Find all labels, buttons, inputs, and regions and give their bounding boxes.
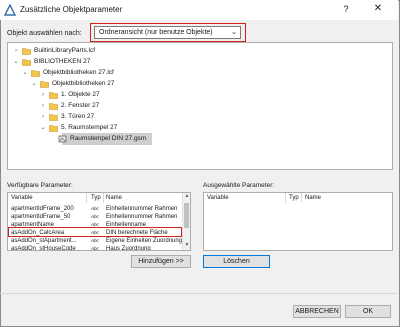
tree-item[interactable]: Raumstempel DIN 27.gsm bbox=[8, 133, 392, 145]
folder-icon bbox=[49, 125, 58, 132]
column-header-type[interactable]: Typ bbox=[289, 193, 299, 203]
object-select-value: Ordneransicht (nur benutze Objekte) bbox=[99, 29, 213, 36]
object-select-dropdown[interactable]: Ordneransicht (nur benutze Objekte) ⌄ bbox=[94, 26, 241, 39]
folder-icon bbox=[49, 92, 58, 99]
folder-icon bbox=[49, 114, 58, 121]
object-icon bbox=[58, 135, 67, 143]
table-row[interactable]: asAddOn_stHouseCode Abc Haus Zuordnung bbox=[8, 244, 184, 251]
footer-divider bbox=[0, 293, 398, 294]
folder-icon bbox=[22, 59, 31, 66]
available-params-list[interactable]: Variable Typ Name apartmentIdFrame_200 Ab… bbox=[7, 192, 191, 251]
vertical-scrollbar[interactable]: ▲ ▼ bbox=[182, 193, 190, 250]
cell-variable: asAddOn_stHouseCode bbox=[11, 246, 76, 251]
title-bar: Zusätzliche Objektparameter ? ✕ bbox=[0, 0, 398, 20]
cell-name: Haus Zuordnung bbox=[106, 246, 151, 251]
object-select-label: Objekt auswählen nach: bbox=[7, 30, 82, 37]
column-header-variable[interactable]: Variable bbox=[207, 193, 229, 203]
close-button[interactable]: ✕ bbox=[372, 3, 384, 14]
scroll-up-icon[interactable]: ▲ bbox=[183, 193, 190, 199]
column-header-name[interactable]: Name bbox=[106, 193, 122, 203]
column-header-type[interactable]: Typ bbox=[91, 193, 101, 203]
ok-button[interactable]: OK bbox=[345, 305, 391, 318]
cancel-button[interactable]: ABBRECHEN bbox=[293, 305, 341, 318]
folder-icon bbox=[49, 103, 58, 110]
archicad-icon bbox=[4, 4, 16, 16]
scroll-down-icon[interactable]: ▼ bbox=[183, 242, 190, 248]
selected-params-list[interactable]: Variable Typ Name bbox=[203, 192, 393, 251]
folder-icon bbox=[40, 81, 49, 88]
cell-type: Abc bbox=[91, 246, 99, 251]
column-header-name[interactable]: Name bbox=[305, 193, 321, 203]
folder-icon bbox=[31, 70, 40, 77]
help-button[interactable]: ? bbox=[340, 4, 352, 14]
scrollbar-thumb[interactable] bbox=[184, 203, 189, 228]
window-title: Zusätzliche Objektparameter bbox=[20, 5, 123, 14]
column-header-variable[interactable]: Variable bbox=[11, 193, 33, 203]
available-params-label: Verfügbare Parameter: bbox=[7, 182, 73, 189]
add-parameter-button[interactable]: Hinzufügen >> bbox=[131, 255, 191, 268]
folder-icon bbox=[22, 48, 31, 55]
object-tree[interactable]: › BuiltinLibraryParts.lcf ⌄ BIBLIOTHEKEN 27… bbox=[7, 42, 393, 170]
chevron-down-icon: ⌄ bbox=[231, 29, 237, 36]
delete-parameter-button[interactable]: Löschen bbox=[203, 255, 270, 268]
selected-params-label: Ausgewählte Parameter: bbox=[203, 182, 275, 189]
tree-item-label: Raumstempel DIN 27.gsm bbox=[70, 135, 147, 142]
